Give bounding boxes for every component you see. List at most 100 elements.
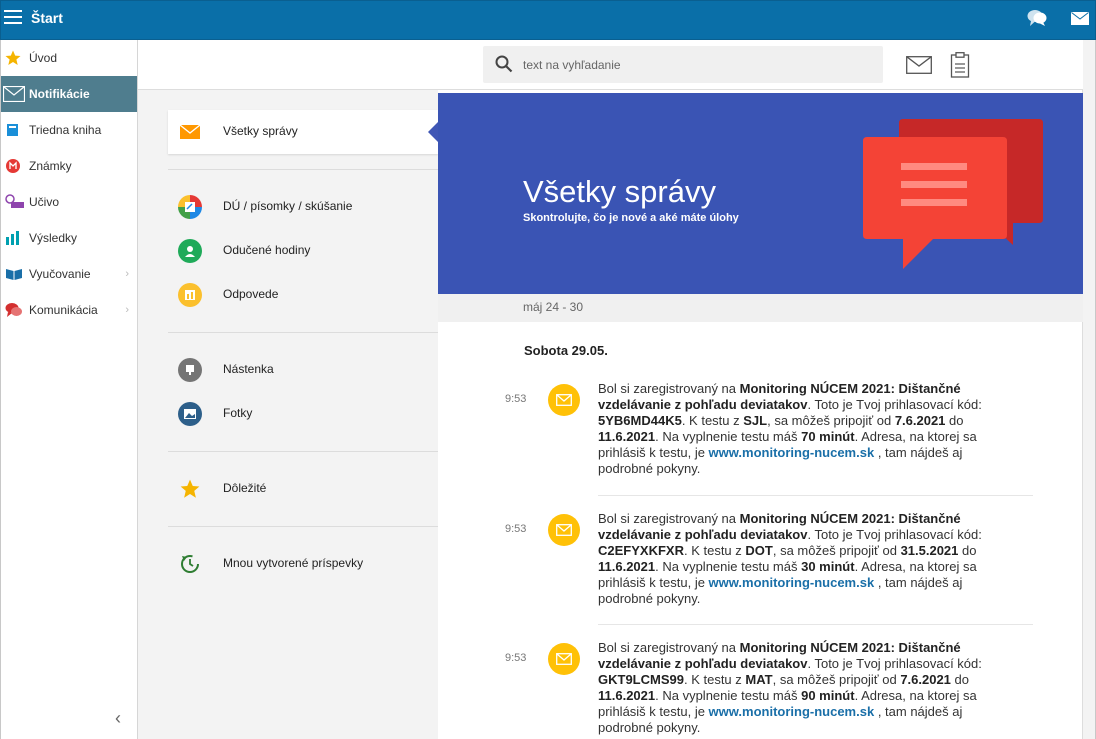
day-heading: Sobota 29.05. [524, 343, 608, 358]
noticeboard-icon [178, 358, 202, 382]
message-part: . K testu z [683, 543, 746, 558]
clipboard-icon[interactable] [950, 52, 970, 78]
sidebar-item-vyucovanie[interactable]: Vyučovanie › [1, 256, 137, 292]
message-text: Bol si zaregistrovaný na Monitoring NÚCE… [598, 511, 1008, 607]
date-from: 7.6.2021 [894, 413, 946, 428]
person-icon [178, 239, 202, 263]
search-input[interactable] [523, 46, 873, 83]
message-part: Bol si zaregistrovaný na [598, 640, 740, 655]
sidebar-item-label: Úvod [29, 51, 58, 65]
open-book-icon [5, 266, 23, 282]
sidebar-item-label: Komunikácia [29, 303, 98, 317]
sidebar-item-label: Triedna kniha [29, 123, 102, 137]
message-part: . Toto je Tvoj prihlasovací kód: [807, 656, 982, 671]
sidebar-item-znamky[interactable]: Známky [1, 148, 137, 184]
filter-all-messages[interactable]: Všetky správy [168, 110, 438, 154]
message-part: . Toto je Tvoj prihlasovací kód: [807, 527, 982, 542]
week-range: máj 24 - 30 [523, 300, 584, 314]
message-text: Bol si zaregistrovaný na Monitoring NÚCE… [598, 381, 1008, 477]
duration: 90 minút [801, 688, 855, 703]
mail-icon[interactable] [1071, 12, 1089, 25]
message-part: do [958, 543, 977, 558]
filter-answers[interactable]: Odpovede [168, 275, 438, 315]
homework-icon [178, 195, 202, 219]
star-icon [5, 50, 21, 66]
active-pointer [428, 122, 438, 142]
message-time: 9:53 [505, 523, 527, 535]
subject: DOT [745, 543, 773, 558]
subject: MAT [745, 672, 773, 687]
message-part: , sa môžeš pripojiť od [772, 672, 901, 687]
message-text: Bol si zaregistrovaný na Monitoring NÚCE… [598, 640, 1008, 736]
filter-label: DÚ / písomky / skúšanie [223, 199, 353, 213]
message-part: . Na vyplnenie testu máš [655, 429, 802, 444]
filter-label: Odučené hodiny [223, 243, 311, 257]
date-to: 11.6.2021 [598, 559, 656, 574]
login-code: 5YB6MD44K5 [598, 413, 682, 428]
hamburger-menu-icon[interactable] [4, 10, 22, 24]
filter-label: Odpovede [223, 287, 279, 301]
date-to: 11.6.2021 [598, 429, 656, 444]
filter-label: Nástenka [223, 362, 274, 376]
sidebar-item-uvod[interactable]: Úvod [1, 40, 137, 76]
envelope-icon [180, 122, 200, 142]
answers-icon [178, 283, 202, 307]
app-title[interactable]: Štart [31, 10, 63, 26]
notification-item[interactable]: 9:53 Bol si zaregistrovaný na Monitoring… [503, 640, 1033, 739]
filter-important[interactable]: Dôležité [168, 469, 438, 509]
filter-label: Mnou vytvorené príspevky [223, 556, 364, 570]
chat-icon[interactable] [1027, 9, 1047, 27]
message-part: . Na vyplnenie testu máš [655, 688, 802, 703]
filter-label: Všetky správy [223, 124, 298, 138]
envelope-icon [548, 643, 580, 675]
message-part: Bol si zaregistrovaný na [598, 381, 740, 396]
sidebar-item-vysledky[interactable]: Výsledky [1, 220, 137, 256]
filter-homework[interactable]: DÚ / písomky / skúšanie [168, 187, 438, 227]
message-part: do [950, 672, 969, 687]
chevron-right-icon: › [125, 304, 129, 316]
collapse-sidebar-icon[interactable]: ‹ [115, 708, 121, 729]
history-icon [178, 552, 202, 576]
sidebar: Úvod Notifikácie Triedna kniha Známky Uč… [0, 40, 138, 739]
monitoring-link[interactable]: www.monitoring-nucem.sk [709, 704, 875, 719]
message-time: 9:53 [505, 393, 527, 405]
message-part: . K testu z [683, 672, 746, 687]
chat-bubbles-icon [5, 302, 23, 318]
notification-item[interactable]: 9:53 Bol si zaregistrovaný na Monitoring… [503, 511, 1033, 625]
page-subtitle: Skontrolujte, čo je nové a aké máte úloh… [523, 212, 739, 224]
sidebar-item-notifikacie[interactable]: Notifikácie [1, 76, 137, 112]
notification-item[interactable]: 9:53 Bol si zaregistrovaný na Monitoring… [503, 381, 1033, 496]
filter-photos[interactable]: Fotky [168, 394, 438, 434]
search-header [138, 40, 1096, 90]
duration: 30 minút [801, 559, 855, 574]
divider [168, 332, 438, 333]
filter-noticeboard[interactable]: Nástenka [168, 350, 438, 390]
search-box [483, 46, 883, 83]
filter-taught-lessons[interactable]: Odučené hodiny [168, 231, 438, 271]
message-part: , sa môžeš pripojiť od [767, 413, 895, 428]
filter-my-posts[interactable]: Mnou vytvorené príspevky [168, 544, 438, 584]
week-bar: máj 24 - 30 [438, 294, 1083, 322]
compose-mail-icon[interactable] [906, 56, 932, 74]
login-code: C2EFYXKFXR [598, 543, 684, 558]
sidebar-item-label: Vyučovanie [29, 267, 91, 281]
envelope-icon [548, 384, 580, 416]
message-part: do [945, 413, 964, 428]
monitoring-link[interactable]: www.monitoring-nucem.sk [709, 575, 875, 590]
filter-panel: Všetky správy DÚ / písomky / skúšanie Od… [138, 90, 438, 739]
message-part: . K testu z [681, 413, 744, 428]
photo-icon [178, 402, 202, 426]
sidebar-item-label: Notifikácie [29, 87, 90, 101]
envelope-icon [548, 514, 580, 546]
subject: SJL [743, 413, 768, 428]
sidebar-item-label: Učivo [29, 195, 60, 209]
sidebar-item-triedna-kniha[interactable]: Triedna kniha [1, 112, 137, 148]
main-content: Všetky správy Skontrolujte, čo je nové a… [438, 90, 1083, 739]
sidebar-item-komunikacia[interactable]: Komunikácia › [1, 292, 137, 328]
monitoring-link[interactable]: www.monitoring-nucem.sk [709, 445, 875, 460]
sidebar-item-ucivo[interactable]: Učivo [1, 184, 137, 220]
date-to: 11.6.2021 [598, 688, 656, 703]
sidebar-item-label: Výsledky [29, 231, 78, 245]
hero-banner: Všetky správy Skontrolujte, čo je nové a… [438, 93, 1083, 294]
message-part: Bol si zaregistrovaný na [598, 511, 740, 526]
